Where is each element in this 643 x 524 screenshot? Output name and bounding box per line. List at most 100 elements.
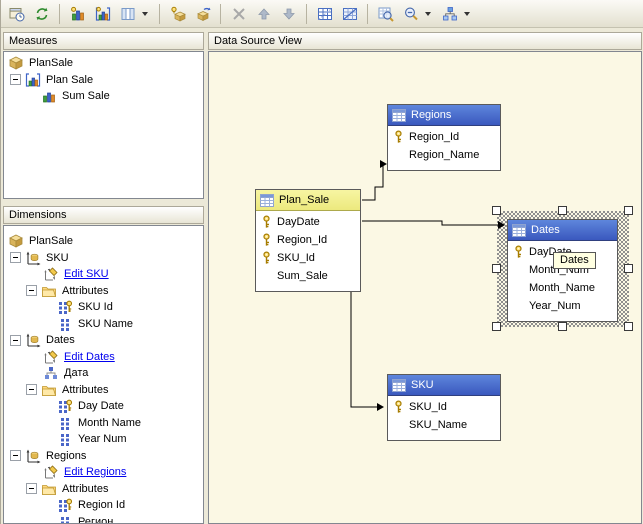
zoom-out-button[interactable]: [399, 3, 422, 25]
new-measure-group-button[interactable]: [91, 3, 114, 25]
tree-item-year-num-attribute[interactable]: Year Num: [4, 431, 203, 448]
relationship-plansale-regions[interactable]: [362, 160, 387, 201]
tree-item-month-name-attribute[interactable]: Month Name: [4, 415, 203, 432]
change-layout-button[interactable]: [438, 3, 461, 25]
toolbar-separator: [220, 3, 221, 24]
tree-item-day-date-attribute[interactable]: Day Date: [4, 398, 203, 415]
tree-item-regions-dimension[interactable]: Regions: [4, 448, 203, 465]
collapse-minus-icon[interactable]: [10, 74, 21, 86]
snap-to-grid-button[interactable]: [338, 3, 361, 25]
folder-icon: [41, 382, 57, 398]
toolbar-separator: [306, 3, 307, 24]
zoom-dropdown[interactable]: [424, 3, 436, 25]
table-sku-header[interactable]: SKU: [388, 375, 500, 396]
field-row[interactable]: Region_Id: [256, 231, 360, 249]
field-row[interactable]: Year_Num: [508, 297, 617, 315]
table-sku[interactable]: SKU SKU_Id SKU_Name: [387, 374, 501, 441]
new-measure-button[interactable]: [66, 3, 89, 25]
selection-handle[interactable]: [624, 206, 633, 215]
collapse-minus-icon[interactable]: [10, 334, 21, 346]
tree-item-sku-id-attribute[interactable]: SKU Id: [4, 299, 203, 316]
dates-tooltip: Dates: [553, 252, 596, 269]
field-row[interactable]: SKU_Id: [256, 249, 360, 267]
tree-item-sku-dimension[interactable]: SKU: [4, 250, 203, 267]
table-plan-sale[interactable]: Plan_Sale DayDate Region_Id SKU_Id Sum_S…: [255, 189, 361, 292]
table-regions[interactable]: Regions Region_Id Region_Name: [387, 104, 501, 171]
field-row[interactable]: SKU_Name: [388, 416, 500, 434]
refresh-button[interactable]: [30, 3, 53, 25]
selection-handle[interactable]: [492, 322, 501, 331]
add-cube-dimension-icon: [170, 6, 186, 22]
selection-handle[interactable]: [624, 264, 633, 273]
tree-item-edit-regions-link[interactable]: Edit Regions: [4, 464, 203, 481]
table-dates-header[interactable]: Dates: [508, 220, 617, 241]
tree-item-dates-attributes-folder[interactable]: Attributes: [4, 382, 203, 399]
tree-item-sum-sale-measure[interactable]: Sum Sale: [4, 88, 203, 105]
primary-key-icon: [260, 233, 277, 247]
selection-handle[interactable]: [492, 264, 501, 273]
diagram-canvas[interactable]: Regions Region_Id Region_Name Plan_Sale: [208, 51, 642, 524]
selection-handle[interactable]: [558, 206, 567, 215]
designer-button[interactable]: [5, 3, 28, 25]
attribute-icon: [57, 415, 73, 431]
move-up-button[interactable]: [252, 3, 275, 25]
dimensions-tree: PlanSale SKU Edit SKU Attributes SKU Id …: [3, 225, 204, 524]
layout-dropdown[interactable]: [463, 3, 475, 25]
relationship-plansale-sku[interactable]: [350, 292, 384, 411]
show-columns-button[interactable]: [116, 3, 139, 25]
measures-panel-header: Measures: [3, 32, 204, 50]
add-cube-dimension-button[interactable]: [166, 3, 189, 25]
collapse-minus-icon[interactable]: [26, 285, 37, 297]
table-regions-header[interactable]: Regions: [388, 105, 500, 126]
move-down-icon: [281, 6, 297, 22]
show-columns-dropdown[interactable]: [141, 3, 153, 25]
tree-item-sku-name-attribute[interactable]: SKU Name: [4, 316, 203, 333]
tree-item-region-attribute[interactable]: Регион: [4, 514, 203, 523]
tree-item-edit-sku-link[interactable]: Edit SKU: [4, 266, 203, 283]
dropdown-arrow-icon: [464, 11, 470, 16]
show-columns-icon: [120, 6, 136, 22]
measures-tree: PlanSale Plan Sale Sum Sale: [3, 51, 204, 199]
new-measure-group-icon: [95, 6, 111, 22]
delete-button[interactable]: [227, 3, 250, 25]
tree-item-plan-sale-measure-group[interactable]: Plan Sale: [4, 72, 203, 89]
collapse-minus-icon[interactable]: [26, 483, 37, 495]
tree-item-regions-attributes-folder[interactable]: Attributes: [4, 481, 203, 498]
measure-group-icon: [25, 72, 41, 88]
relationship-plansale-dates[interactable]: [362, 220, 505, 229]
table-plan-sale-header[interactable]: Plan_Sale: [256, 190, 360, 211]
selection-handle[interactable]: [624, 322, 633, 331]
field-row[interactable]: Region_Name: [388, 146, 500, 164]
toolbar-separator: [159, 3, 160, 24]
snap-to-grid-icon: [342, 6, 358, 22]
collapse-minus-icon[interactable]: [10, 252, 21, 264]
selection-handle[interactable]: [492, 206, 501, 215]
toolbar-separator: [59, 3, 60, 24]
field-row[interactable]: Region_Id: [388, 128, 500, 146]
move-down-button[interactable]: [277, 3, 300, 25]
folder-icon: [41, 283, 57, 299]
field-row[interactable]: DayDate: [256, 213, 360, 231]
primary-key-icon: [392, 130, 409, 144]
field-row[interactable]: SKU_Id: [388, 398, 500, 416]
cube-icon: [8, 233, 24, 249]
tree-item-sku-attributes-folder[interactable]: Attributes: [4, 283, 203, 300]
tree-item-region-id-attribute[interactable]: Region Id: [4, 497, 203, 514]
collapse-minus-icon[interactable]: [26, 384, 37, 396]
tree-item-data-hierarchy[interactable]: Дата: [4, 365, 203, 382]
selection-handle[interactable]: [558, 322, 567, 331]
field-row[interactable]: Month_Name: [508, 279, 617, 297]
table-dates[interactable]: Dates DayDate Month_Num Month_Name Year_…: [507, 219, 618, 322]
table-icon: [392, 109, 406, 122]
tree-item-plansale-cube[interactable]: PlanSale: [4, 233, 203, 250]
tree-item-plansale-cube[interactable]: PlanSale: [4, 55, 203, 72]
show-grid-button[interactable]: [313, 3, 336, 25]
tree-item-dates-dimension[interactable]: Dates: [4, 332, 203, 349]
field-row[interactable]: Sum_Sale: [256, 267, 360, 285]
cube-icon: [8, 55, 24, 71]
dimension-wizard-button[interactable]: [191, 3, 214, 25]
browse-data-button[interactable]: [374, 3, 397, 25]
tree-item-edit-dates-link[interactable]: Edit Dates: [4, 349, 203, 366]
collapse-minus-icon[interactable]: [10, 450, 21, 462]
browse-data-icon: [378, 6, 394, 22]
